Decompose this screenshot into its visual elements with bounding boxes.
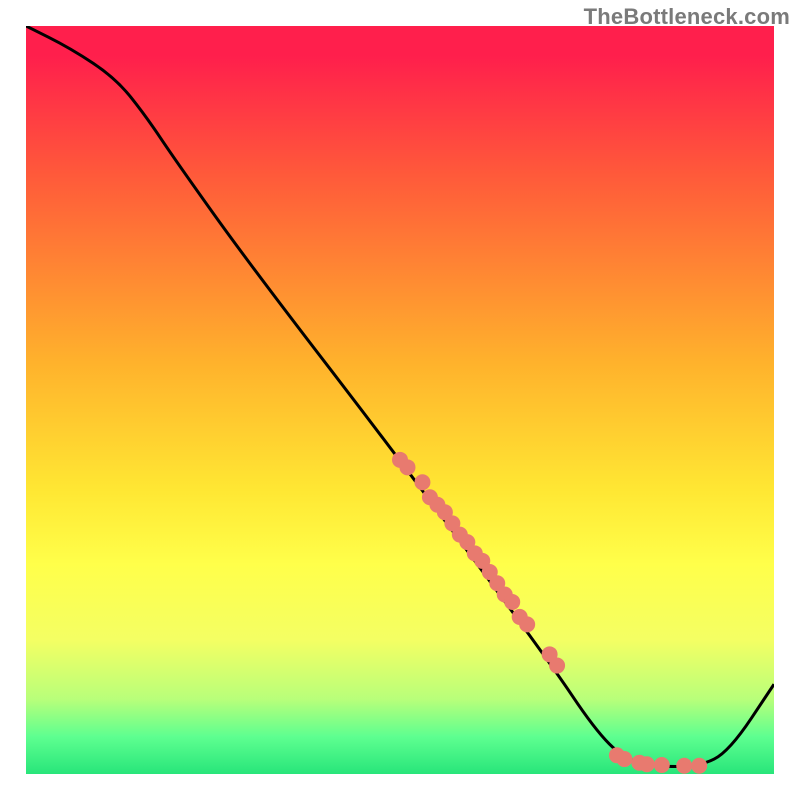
- marker-group: [392, 452, 707, 774]
- data-marker: [504, 594, 520, 610]
- data-marker: [616, 751, 632, 767]
- data-marker: [639, 756, 655, 772]
- data-marker: [691, 758, 707, 774]
- plot-area: [26, 26, 774, 774]
- data-marker: [519, 616, 535, 632]
- watermark-text: TheBottleneck.com: [584, 4, 790, 30]
- data-marker: [676, 758, 692, 774]
- data-marker: [414, 474, 430, 490]
- data-marker: [399, 459, 415, 475]
- data-marker: [654, 757, 670, 773]
- bottleneck-curve: [26, 26, 774, 767]
- chart-container: TheBottleneck.com: [0, 0, 800, 800]
- data-marker: [549, 658, 565, 674]
- chart-svg: [26, 26, 774, 774]
